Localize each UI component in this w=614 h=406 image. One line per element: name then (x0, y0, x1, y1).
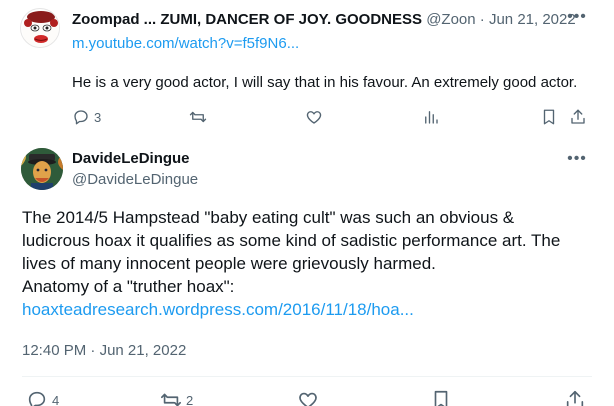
share-button[interactable] (564, 389, 586, 406)
tweet-text-line: Anatomy of a "truther hoax": (22, 277, 235, 296)
tweet-1-link[interactable]: m.youtube.com/watch?v=f5f9N6... (72, 35, 299, 52)
share-icon (566, 390, 584, 406)
bookmark-button[interactable] (430, 389, 452, 406)
avatar[interactable] (21, 148, 63, 190)
views-button[interactable] (422, 108, 444, 126)
display-name[interactable]: Zoompad ... ZUMI, DANCER OF JOY. GOODNES… (72, 11, 422, 28)
divider (22, 376, 592, 377)
tweet-1-actions: 3 (72, 106, 592, 130)
reply-count: 3 (94, 109, 102, 125)
share-button[interactable] (569, 108, 587, 126)
reply-icon (74, 110, 88, 125)
bookmark-icon (543, 109, 555, 125)
more-icon[interactable]: ••• (567, 151, 587, 170)
tweet-text-line: ludicrous hoax it qualifies as some kind… (22, 231, 561, 250)
like-button[interactable] (297, 389, 319, 406)
tweet-1[interactable]: Zoompad ... ZUMI, DANCER OF JOY. GOODNES… (0, 0, 614, 140)
reply-count: 4 (52, 392, 60, 406)
separator: · (86, 342, 100, 359)
retweet-icon (161, 393, 181, 406)
tweet-date[interactable]: Jun 21, 2022 (489, 11, 576, 28)
retweet-icon (189, 111, 207, 123)
retweet-button[interactable] (189, 108, 211, 126)
tweet-time[interactable]: 12:40 PM (22, 342, 86, 359)
heart-icon (306, 111, 322, 124)
tweet-2-link[interactable]: hoaxteadresearch.wordpress.com/2016/11/1… (22, 298, 602, 321)
tweet-text-line: The 2014/5 Hampstead "baby eating cult" … (22, 208, 515, 227)
tweet-2[interactable]: DavideLeDingue @DavideLeDingue ••• The 2… (0, 140, 614, 406)
retweet-count: 2 (186, 392, 194, 406)
bookmark-icon (434, 390, 448, 406)
painted-portrait-avatar-icon (21, 148, 63, 190)
avatar[interactable] (20, 8, 60, 48)
tweet-date[interactable]: Jun 21, 2022 (100, 342, 187, 359)
handle[interactable]: @DavideLeDingue (72, 171, 198, 188)
analytics-bars-icon (425, 111, 438, 124)
tweet-2-actions: 4 2 (22, 387, 592, 406)
retweet-button[interactable]: 2 (160, 389, 193, 406)
bookmark-button[interactable] (540, 108, 558, 126)
like-button[interactable] (305, 108, 327, 126)
handle[interactable]: @Zoon (426, 11, 475, 28)
clown-face-avatar-icon (22, 10, 59, 47)
reply-icon (28, 391, 46, 406)
reply-button[interactable]: 3 (72, 108, 101, 126)
more-icon[interactable]: ••• (567, 9, 587, 28)
reply-button[interactable]: 4 (26, 389, 59, 406)
tweet-text-line: lives of many innocent people were griev… (22, 254, 436, 273)
tweet-1-text: He is a very good actor, I will say that… (72, 74, 578, 91)
separator: · (475, 11, 489, 28)
tweet-1-header: Zoompad ... ZUMI, DANCER OF JOY. GOODNES… (72, 11, 592, 31)
display-name[interactable]: DavideLeDingue (72, 150, 190, 167)
share-icon (571, 109, 585, 124)
tweet-2-text: The 2014/5 Hampstead "baby eating cult" … (22, 206, 602, 321)
heart-icon (299, 392, 317, 406)
tweet-2-meta: 12:40 PM · Jun 21, 2022 (22, 342, 186, 359)
